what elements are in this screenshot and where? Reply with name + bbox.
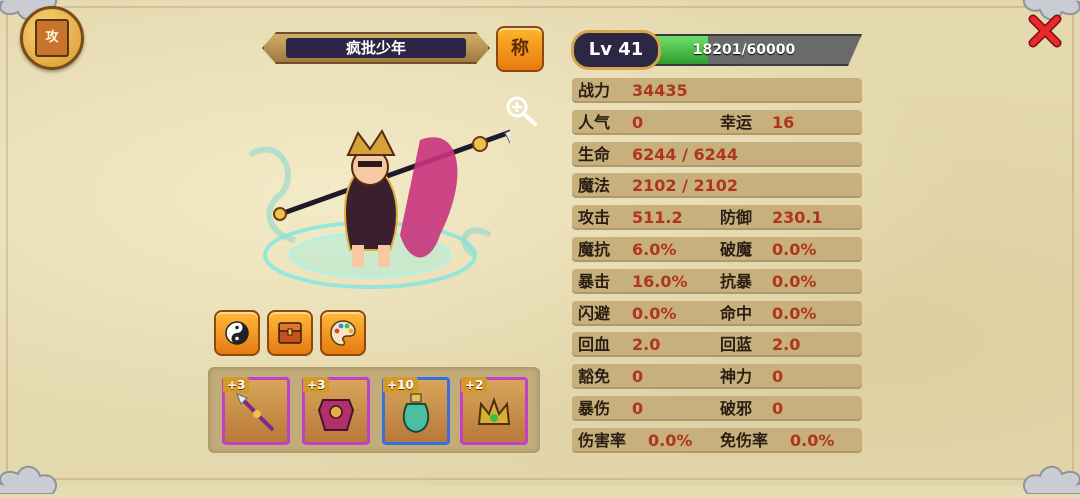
stat-label: 回蓝 <box>720 335 753 355</box>
level-badge: Lv 41 <box>571 30 661 70</box>
stat-label: 闪避 <box>578 303 611 323</box>
stat-label: 神力 <box>720 367 753 387</box>
stat-value: 0.0% <box>632 303 677 323</box>
stat-value: 0.0% <box>772 303 817 323</box>
close-button[interactable] <box>1026 12 1064 50</box>
cloud-ornament-bottom-left <box>0 424 62 495</box>
stat-row: 魔法 2102 / 2102 <box>572 173 862 199</box>
stat-row: 攻击 511.2 防御 230.1 <box>572 205 862 231</box>
chest-icon <box>278 322 302 344</box>
parchment-background <box>0 0 1080 486</box>
guide-book-button[interactable]: 攻 <box>20 6 84 70</box>
yin-yang-icon <box>225 321 249 345</box>
stat-label: 免伤率 <box>720 430 769 450</box>
stat-row: 战力 34435 <box>572 78 862 103</box>
stat-value: 6.0% <box>632 240 677 259</box>
stat-label: 攻击 <box>578 208 611 228</box>
crown-icon <box>477 397 511 425</box>
stat-label: 豁免 <box>578 367 611 387</box>
spear-icon <box>236 393 275 432</box>
stat-label: 暴伤 <box>578 399 611 418</box>
book-icon: 攻 <box>35 19 69 57</box>
stat-value: 2.0 <box>772 335 801 355</box>
stat-label: 幸运 <box>720 112 753 132</box>
stat-row: 伤害率 0.0% 免伤率 0.0% <box>572 427 862 453</box>
equipment-slot-accessory[interactable]: +10 <box>382 377 450 445</box>
stat-value: 0 <box>632 399 644 418</box>
stat-label: 魔法 <box>578 176 611 196</box>
title-button[interactable]: 称 <box>496 26 544 72</box>
stat-label: 防御 <box>720 208 753 228</box>
stat-value: 0.0% <box>790 430 835 450</box>
stat-value: 0 <box>772 367 784 387</box>
equipment-slot-armor[interactable]: +3 <box>302 377 370 445</box>
gourd-icon <box>402 393 430 434</box>
stat-value: 511.2 <box>632 208 683 228</box>
stat-value: 34435 <box>632 81 688 100</box>
equipment-tray: +3 +3 +10 +2 <box>208 367 540 453</box>
armor-icon <box>317 399 355 431</box>
stat-label: 回血 <box>578 335 611 355</box>
stat-label: 伤害率 <box>578 430 627 450</box>
stat-row: 生命 6244 / 6244 <box>572 141 862 167</box>
enhance-level-badge: +3 <box>223 377 250 393</box>
stat-label: 人气 <box>578 112 611 132</box>
stat-label: 生命 <box>578 144 611 164</box>
stat-value: 0.0% <box>648 430 693 450</box>
stat-value: 16 <box>772 112 795 132</box>
stat-row: 人气 0 幸运 16 <box>572 109 862 135</box>
stat-value: 2102 / 2102 <box>632 176 739 196</box>
stat-value: 0 <box>632 112 644 132</box>
stat-value: 6244 / 6244 <box>632 144 739 164</box>
stat-label: 暴击 <box>578 271 611 291</box>
stat-row: 豁免 0 神力 0 <box>572 364 862 390</box>
stat-value: 0 <box>632 367 644 387</box>
equipment-slot-weapon[interactable]: +3 <box>222 377 290 445</box>
character-name-banner: 疯批少年 <box>262 32 490 64</box>
experience-bar: 18201/60000 <box>640 34 862 66</box>
stat-value: 0.0% <box>772 271 817 291</box>
equipment-slot-helmet[interactable]: +2 <box>460 377 528 445</box>
palette-icon <box>330 320 356 346</box>
experience-text: 18201/60000 <box>692 42 796 58</box>
stat-row: 魔抗 6.0% 破魔 0.0% <box>572 237 862 262</box>
enhance-level-badge: +10 <box>383 377 418 393</box>
character-name: 疯批少年 <box>286 38 466 58</box>
stat-label: 抗暴 <box>720 271 753 291</box>
stat-row: 暴伤 0 破邪 0 <box>572 396 862 421</box>
stat-label: 魔抗 <box>578 240 611 259</box>
stat-row: 闪避 0.0% 命中 0.0% <box>572 300 862 326</box>
stat-label: 命中 <box>720 303 753 323</box>
stat-row: 回血 2.0 回蓝 2.0 <box>572 332 862 358</box>
stat-label: 战力 <box>578 81 611 100</box>
stat-value: 0.0% <box>772 240 817 259</box>
stat-label: 破邪 <box>720 399 753 418</box>
cloud-ornament-bottom-right <box>1018 424 1080 495</box>
character-portrait <box>240 115 533 300</box>
stat-label: 破魔 <box>720 240 753 259</box>
stat-row: 暴击 16.0% 抗暴 0.0% <box>572 268 862 294</box>
enhance-level-badge: +3 <box>303 377 330 393</box>
stat-value: 16.0% <box>632 271 688 291</box>
stat-value: 0 <box>772 399 784 418</box>
stat-value: 2.0 <box>632 335 661 355</box>
palette-button[interactable] <box>320 310 366 356</box>
stat-value: 230.1 <box>772 208 823 228</box>
book-label: 攻 <box>45 30 59 45</box>
close-icon <box>1028 14 1062 48</box>
chest-button[interactable] <box>267 310 313 356</box>
yin-yang-button[interactable] <box>214 310 260 356</box>
enhance-level-badge: +2 <box>461 377 488 393</box>
